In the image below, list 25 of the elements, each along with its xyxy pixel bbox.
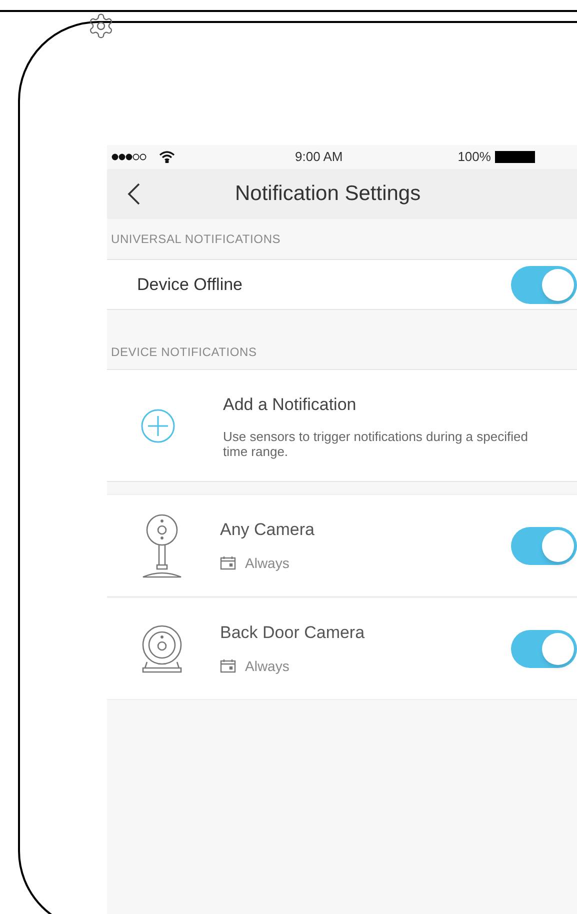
section-header: DEVICE NOTIFICATIONS (110, 344, 258, 361)
gear-icon (87, 12, 115, 40)
back-icon[interactable] (127, 182, 141, 206)
toggle-switch[interactable] (511, 266, 577, 304)
status-time: 9:00 AM (295, 148, 343, 166)
schedule-label: Always (245, 656, 290, 676)
add-title: Add a Notification (223, 394, 358, 416)
battery-percent: 100% (458, 148, 491, 166)
plus-circle-icon (141, 408, 175, 442)
camera-name: Any Camera (220, 519, 316, 542)
screen-title: Notification Settings (235, 181, 421, 208)
camera-row[interactable]: Any Camera Always (107, 494, 577, 597)
camera-name: Back Door Camera (220, 622, 366, 644)
section-header: UNIVERSAL NOTIFICATIONS (110, 231, 282, 248)
toggle-switch[interactable] (511, 630, 577, 668)
calendar-icon (220, 659, 236, 674)
schedule-label: Always (245, 554, 290, 573)
calendar-icon (220, 556, 236, 570)
battery-icon (494, 151, 535, 163)
camera-row[interactable]: Back Door Camera Always (107, 597, 577, 700)
row-label: Device Offline (137, 274, 244, 296)
add-description: Use sensors to trigger notifications during a specified time range. (223, 429, 529, 460)
wifi-icon (159, 151, 175, 163)
toggle-switch[interactable] (511, 526, 577, 564)
add-notification-row[interactable]: Add a Notification Use sensors to trigger notifications during a specified time range. (107, 369, 577, 482)
